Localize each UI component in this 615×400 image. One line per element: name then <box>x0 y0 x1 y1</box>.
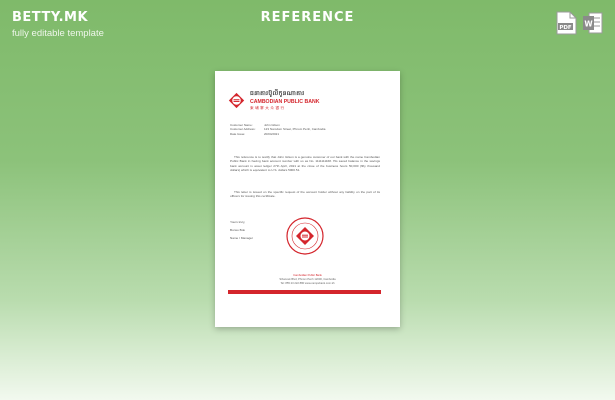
reference-letter-preview[interactable]: ធនាគារប៊ូលីកូនណាគារ CAMBODIAN PUBLIC BAN… <box>215 71 400 327</box>
footer-red-bar <box>228 290 381 294</box>
pdf-icon-label: PDF <box>559 25 572 31</box>
meta-value: 20/04/2021 <box>264 131 280 136</box>
pdf-file-icon[interactable]: PDF <box>556 11 577 35</box>
word-icon-label: W <box>584 20 593 29</box>
format-icons: PDF W <box>556 11 603 35</box>
brand-tagline: fully editable template <box>12 28 104 39</box>
page-title: REFERENCE <box>260 10 355 25</box>
bank-header: ធនាគារប៊ូលីកូនណាគារ CAMBODIAN PUBLIC BAN… <box>228 89 319 111</box>
bank-name-chinese: 柬埔寨大众银行 <box>250 106 286 110</box>
meta-key: Date Issue: <box>230 131 246 136</box>
bank-seal-stamp <box>285 216 325 261</box>
letter-paragraph-1: This reference is to testify that John G… <box>230 155 380 173</box>
sign-line: Bunso Bok <box>230 228 245 232</box>
customer-meta: Customer Name: John Gilson Customer Addr… <box>230 123 325 136</box>
bank-logo-icon <box>228 92 245 108</box>
footer-line: Tel: 855 23 222 880 www.campubank.com.kh <box>280 282 335 285</box>
word-file-icon[interactable]: W <box>582 11 603 35</box>
bank-name-khmer: ធនាគារប៊ូលីកូនណាគារ <box>250 91 305 97</box>
letter-footer: Cambodian Public Bank Sihanouk Blvd, Phn… <box>215 274 400 286</box>
signature-block: Yours truly, Bunso Bok Name / Manager <box>230 218 253 242</box>
meta-row: Date Issue: 20/04/2021 <box>230 132 325 136</box>
sign-line: Name / Manager <box>230 236 254 240</box>
letter-paragraph-2: This letter is issued on the specific re… <box>230 190 380 199</box>
sign-line: Yours truly, <box>230 220 246 224</box>
bank-name-english: CAMBODIAN PUBLIC BANK <box>250 99 320 105</box>
